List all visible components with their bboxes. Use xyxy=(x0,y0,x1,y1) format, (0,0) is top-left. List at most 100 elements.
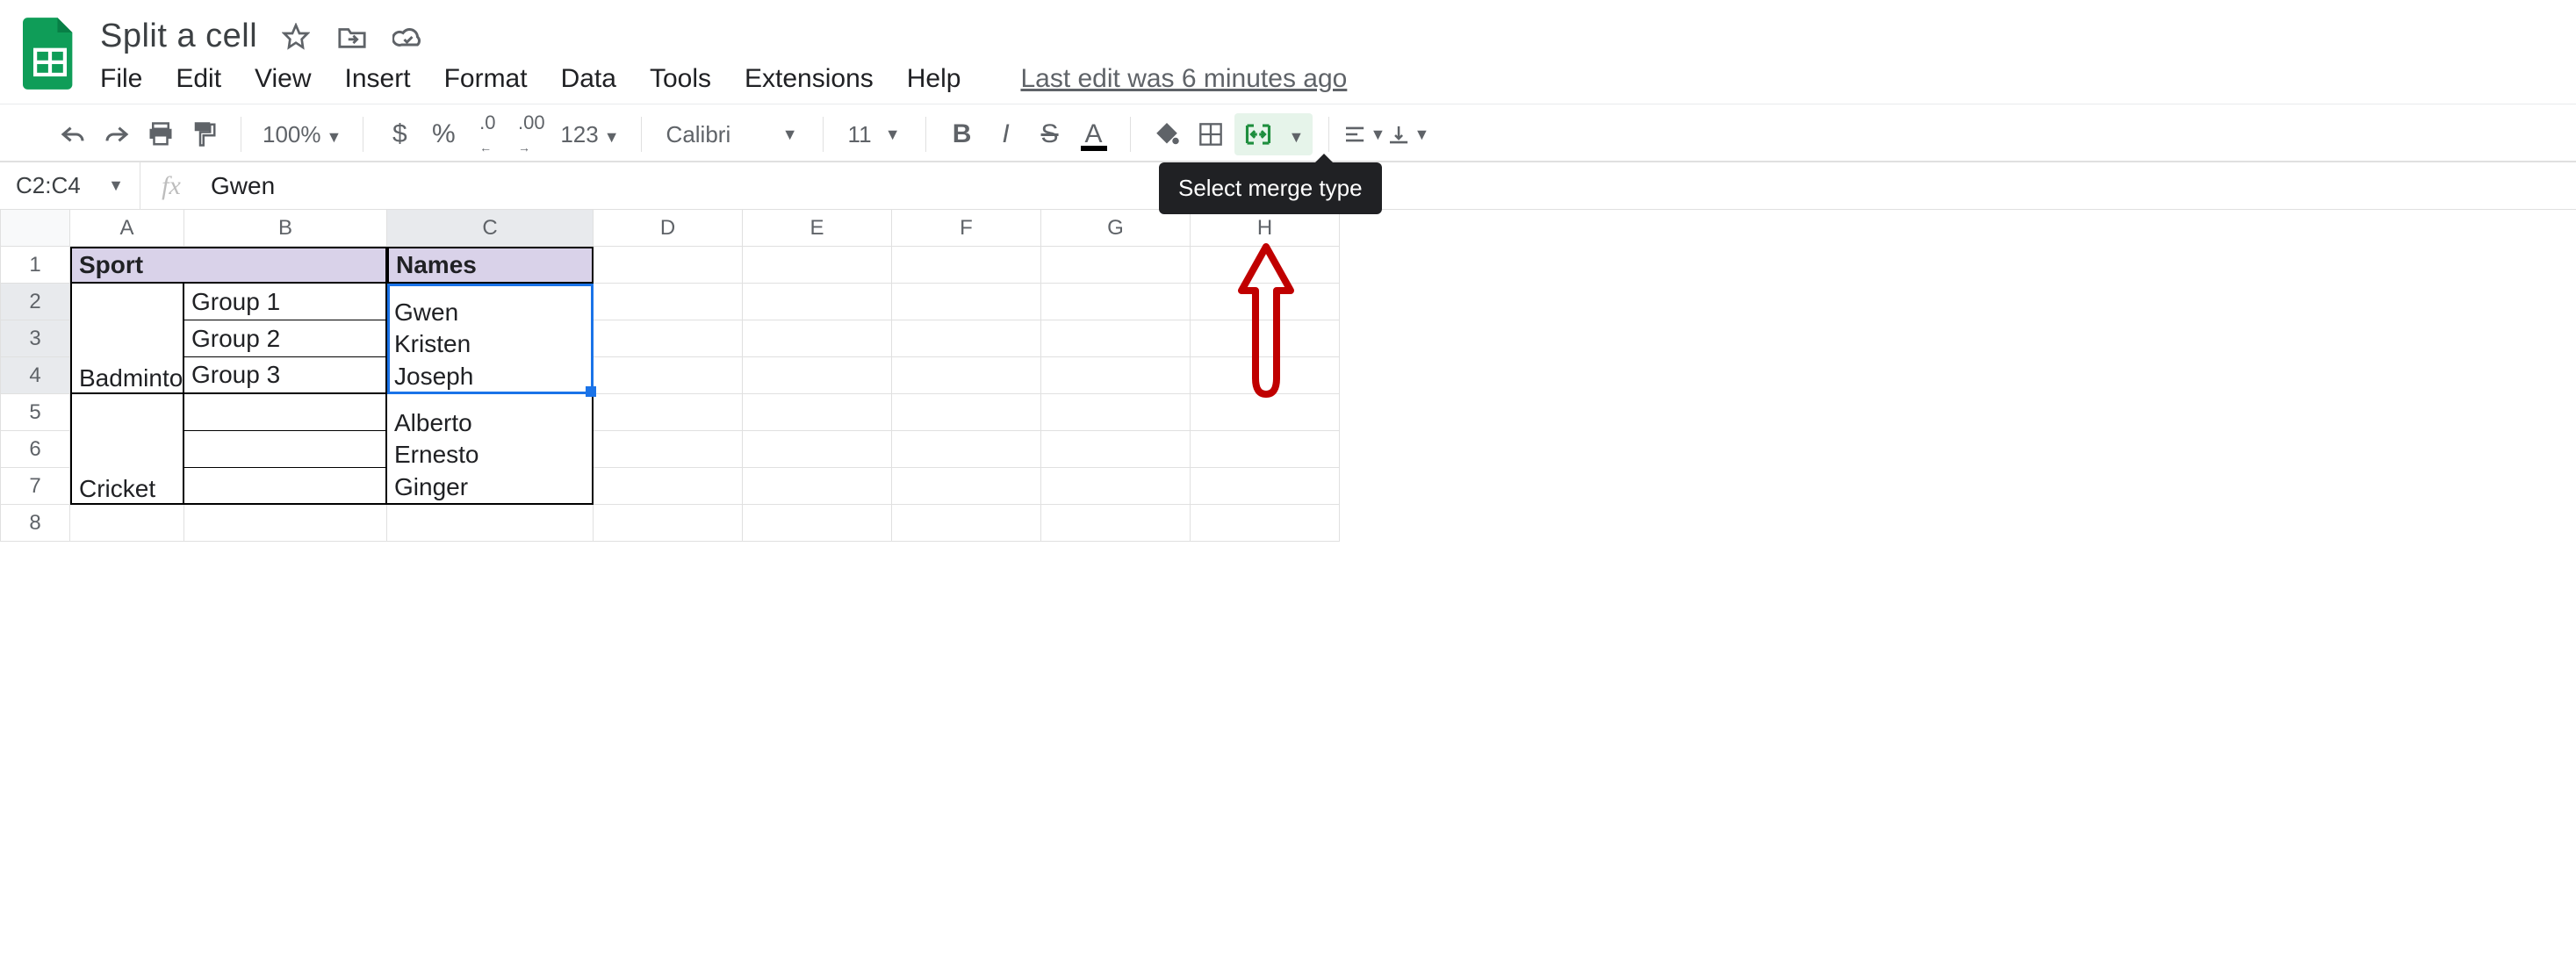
cell-C1[interactable]: Names xyxy=(387,247,594,284)
cell-H5[interactable] xyxy=(1191,394,1340,431)
cell-E5[interactable] xyxy=(743,394,892,431)
font-family-select[interactable]: Calibri▼ xyxy=(658,121,807,148)
more-formats-button[interactable]: 123▼ xyxy=(555,121,624,148)
cell-H6[interactable] xyxy=(1191,431,1340,468)
col-header-E[interactable]: E xyxy=(743,210,892,247)
format-currency-button[interactable]: $ xyxy=(379,114,420,155)
row-header-1[interactable]: 1 xyxy=(0,247,70,284)
cell-E7[interactable] xyxy=(743,468,892,505)
cell-C2C4-merged[interactable]: Gwen Kristen Joseph xyxy=(387,284,594,394)
fill-color-button[interactable] xyxy=(1147,114,1187,155)
redo-icon[interactable] xyxy=(97,114,137,155)
col-header-B[interactable]: B xyxy=(184,210,387,247)
cell-B8[interactable] xyxy=(184,505,387,542)
col-header-F[interactable]: F xyxy=(892,210,1041,247)
cells-area[interactable]: Sport Names Badminton Group 1 Group 2 Gr… xyxy=(70,247,2576,542)
merge-type-dropdown[interactable]: ▼ xyxy=(1278,121,1310,148)
italic-button[interactable]: I xyxy=(986,114,1026,155)
menu-help[interactable]: Help xyxy=(907,64,961,94)
row-header-2[interactable]: 2 xyxy=(0,284,70,320)
print-icon[interactable] xyxy=(140,114,181,155)
cell-E8[interactable] xyxy=(743,505,892,542)
cell-D5[interactable] xyxy=(594,394,743,431)
cell-D7[interactable] xyxy=(594,468,743,505)
cell-F7[interactable] xyxy=(892,468,1041,505)
name-box[interactable]: C2:C4 ▼ xyxy=(0,162,140,209)
row-header-8[interactable]: 8 xyxy=(0,505,70,542)
cell-A1B1-merged[interactable]: Sport xyxy=(70,247,387,284)
cell-G8[interactable] xyxy=(1041,505,1191,542)
cell-B2[interactable]: Group 1 xyxy=(184,284,387,320)
cell-F8[interactable] xyxy=(892,505,1041,542)
strikethrough-button[interactable]: S xyxy=(1030,114,1070,155)
col-header-H[interactable]: H xyxy=(1191,210,1340,247)
decrease-decimal-button[interactable]: .0← xyxy=(467,114,507,155)
cell-G4[interactable] xyxy=(1041,357,1191,394)
cell-C5C7-merged[interactable]: Alberto Ernesto Ginger xyxy=(387,394,594,505)
menu-insert[interactable]: Insert xyxy=(345,64,411,94)
vertical-align-button[interactable]: ▼ xyxy=(1389,114,1429,155)
format-percent-button[interactable]: % xyxy=(423,114,464,155)
row-header-4[interactable]: 4 xyxy=(0,357,70,394)
cell-H2[interactable] xyxy=(1191,284,1340,320)
star-icon[interactable] xyxy=(278,19,313,54)
cell-H8[interactable] xyxy=(1191,505,1340,542)
bold-button[interactable]: B xyxy=(942,114,982,155)
menu-extensions[interactable]: Extensions xyxy=(745,64,874,94)
cell-A2A4-merged[interactable]: Badminton xyxy=(70,284,184,394)
cell-H7[interactable] xyxy=(1191,468,1340,505)
cloud-saved-icon[interactable] xyxy=(391,19,426,54)
paint-format-icon[interactable] xyxy=(184,114,225,155)
cell-H1[interactable] xyxy=(1191,247,1340,284)
col-header-C[interactable]: C xyxy=(387,210,594,247)
cell-D1[interactable] xyxy=(594,247,743,284)
cell-C8[interactable] xyxy=(387,505,594,542)
cell-H4[interactable] xyxy=(1191,357,1340,394)
cell-E6[interactable] xyxy=(743,431,892,468)
menu-edit[interactable]: Edit xyxy=(176,64,221,94)
horizontal-align-button[interactable]: ▼ xyxy=(1345,114,1385,155)
menu-view[interactable]: View xyxy=(255,64,311,94)
cell-D6[interactable] xyxy=(594,431,743,468)
menu-file[interactable]: File xyxy=(100,64,142,94)
cell-D2[interactable] xyxy=(594,284,743,320)
cell-B4[interactable]: Group 3 xyxy=(184,357,387,394)
zoom-select[interactable]: 100%▼ xyxy=(257,121,347,148)
cell-B7[interactable] xyxy=(184,468,387,505)
cell-G5[interactable] xyxy=(1041,394,1191,431)
cell-E2[interactable] xyxy=(743,284,892,320)
cell-A5A7-merged[interactable]: Cricket xyxy=(70,394,184,505)
cell-G2[interactable] xyxy=(1041,284,1191,320)
cell-D3[interactable] xyxy=(594,320,743,357)
col-header-G[interactable]: G xyxy=(1041,210,1191,247)
sheets-logo-icon[interactable] xyxy=(18,12,83,95)
borders-button[interactable] xyxy=(1191,114,1231,155)
doc-title[interactable]: Split a cell xyxy=(100,18,257,55)
cell-F5[interactable] xyxy=(892,394,1041,431)
increase-decimal-button[interactable]: .00→ xyxy=(511,114,551,155)
merge-cells-button[interactable] xyxy=(1238,114,1278,155)
undo-icon[interactable] xyxy=(53,114,93,155)
text-color-button[interactable]: A xyxy=(1074,114,1114,155)
row-header-7[interactable]: 7 xyxy=(0,468,70,505)
menu-tools[interactable]: Tools xyxy=(650,64,711,94)
formula-input[interactable]: Gwen xyxy=(202,172,2576,200)
cell-A8[interactable] xyxy=(70,505,184,542)
cell-G3[interactable] xyxy=(1041,320,1191,357)
font-size-select[interactable]: 11▼ xyxy=(839,121,910,148)
cell-B3[interactable]: Group 2 xyxy=(184,320,387,357)
cell-F3[interactable] xyxy=(892,320,1041,357)
row-header-3[interactable]: 3 xyxy=(0,320,70,357)
cell-E3[interactable] xyxy=(743,320,892,357)
col-header-A[interactable]: A xyxy=(70,210,184,247)
cell-B6[interactable] xyxy=(184,431,387,468)
cell-G1[interactable] xyxy=(1041,247,1191,284)
cell-F1[interactable] xyxy=(892,247,1041,284)
menu-format[interactable]: Format xyxy=(444,64,528,94)
move-folder-icon[interactable] xyxy=(335,19,370,54)
select-all-corner[interactable] xyxy=(0,210,70,247)
cell-E1[interactable] xyxy=(743,247,892,284)
col-header-D[interactable]: D xyxy=(594,210,743,247)
cell-B5[interactable] xyxy=(184,394,387,431)
last-edit-link[interactable]: Last edit was 6 minutes ago xyxy=(1020,64,1347,94)
